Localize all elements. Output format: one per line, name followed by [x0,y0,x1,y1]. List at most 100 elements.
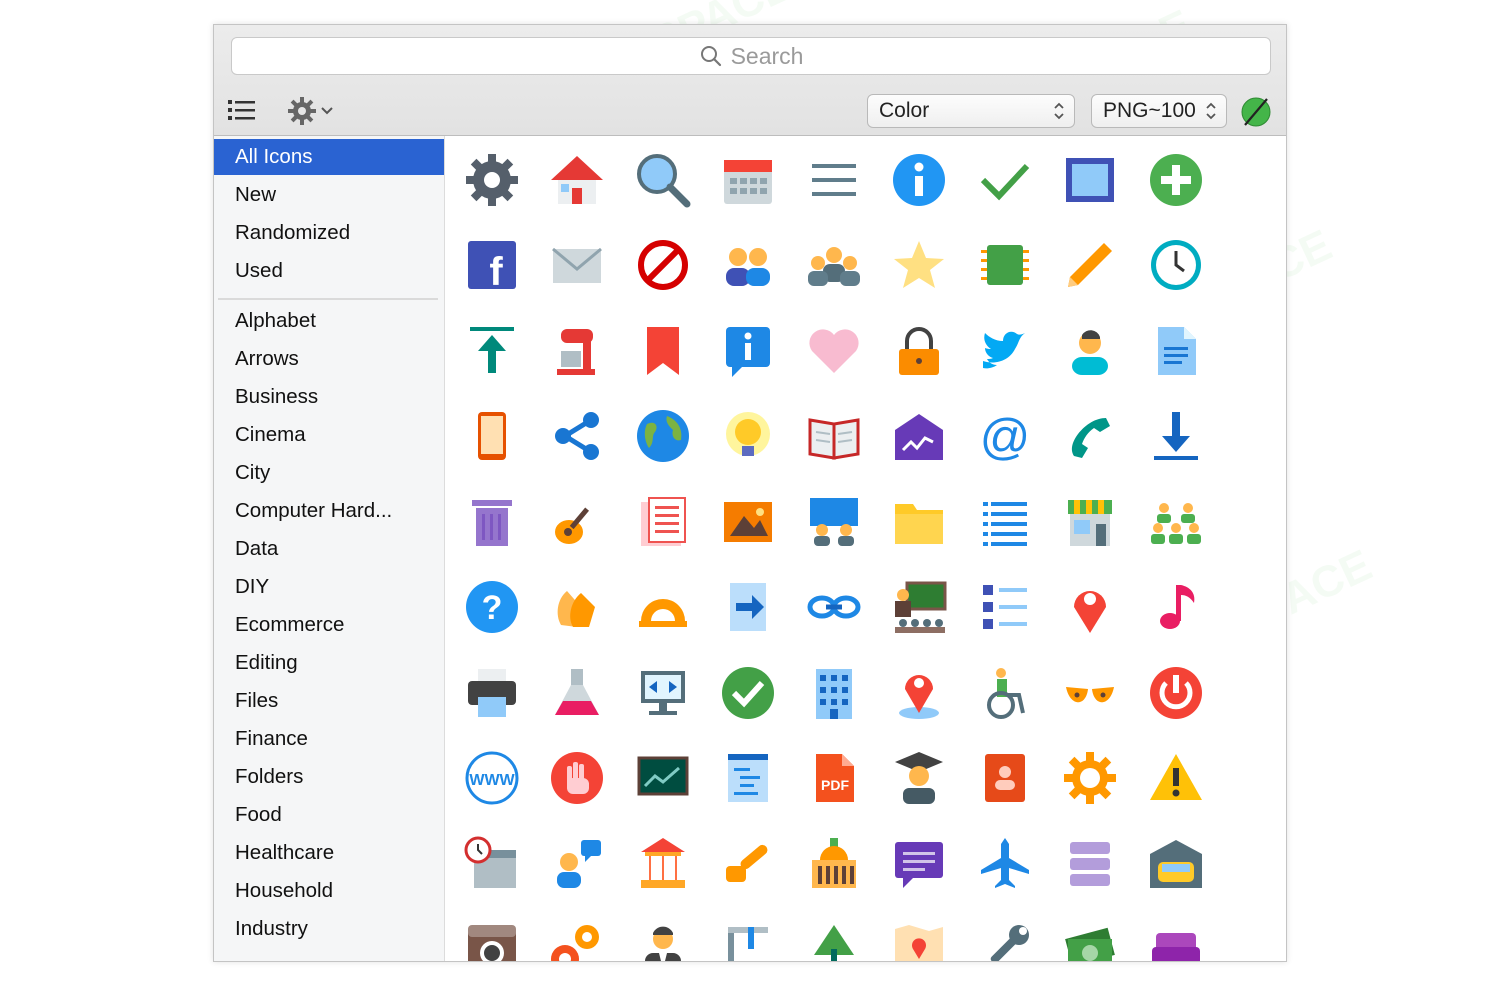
address-book-icon[interactable] [975,748,1035,808]
sidebar-item-diy[interactable]: DIY [214,569,444,605]
office-building-icon[interactable] [804,663,864,723]
color-style-select[interactable]: Color [867,94,1075,128]
pencil-icon[interactable] [1060,235,1120,295]
sidebar-item-folders[interactable]: Folders [214,759,444,795]
wheelchair-icon[interactable] [975,663,1035,723]
gear-orange-icon[interactable] [1060,748,1120,808]
www-icon[interactable]: WWW [462,748,522,808]
list-icon[interactable] [975,492,1035,552]
phone-icon[interactable] [1060,406,1120,466]
sidebar-item-industry[interactable]: Industry [214,911,444,947]
businessman-icon[interactable] [633,919,693,961]
power-icon[interactable] [1146,663,1206,723]
envelope-signature-icon[interactable] [889,406,949,466]
settings-menu-button[interactable] [287,96,334,126]
home-icon[interactable] [547,150,607,210]
list-view-button[interactable] [228,98,256,127]
sidebar-item-computer-hardware[interactable]: Computer Hard... [214,493,444,529]
sidebar-item-randomized[interactable]: Randomized [214,215,444,251]
printer-icon[interactable] [462,663,522,723]
sidebar-item-alphabet[interactable]: Alphabet [214,303,444,339]
globe-icon[interactable] [633,406,693,466]
processor-icon[interactable] [975,235,1035,295]
chainsaw-icon[interactable] [718,834,778,894]
idea-icon[interactable] [718,406,778,466]
sidebar-item-editing[interactable]: Editing [214,645,444,681]
pdf-icon[interactable]: PDF [804,748,864,808]
sidebar-item-files[interactable]: Files [214,683,444,719]
menu-icon[interactable] [804,150,864,210]
chat-user-icon[interactable] [547,834,607,894]
tree-icon[interactable] [804,919,864,961]
user-group-icon[interactable] [718,235,778,295]
database-icon[interactable] [1060,834,1120,894]
mail-icon[interactable] [547,235,607,295]
info-icon[interactable] [889,150,949,210]
sofa-icon[interactable] [1146,919,1206,961]
warning-icon[interactable] [1146,748,1206,808]
link-icon[interactable] [804,577,864,637]
money-icon[interactable] [1060,919,1120,961]
facebook-icon[interactable]: f [462,235,522,295]
ok-icon[interactable] [718,663,778,723]
shop-icon[interactable] [1060,492,1120,552]
calendar-icon[interactable] [718,150,778,210]
sidebar-item-new[interactable]: New [214,177,444,213]
format-size-select[interactable]: PNG~100 [1091,94,1227,128]
conference-icon[interactable] [804,235,864,295]
at-sign-icon[interactable]: @ [975,406,1035,466]
sidebar-item-finance[interactable]: Finance [214,721,444,757]
chalkboard-icon[interactable] [633,748,693,808]
sidebar-item-household[interactable]: Household [214,873,444,909]
graduate-icon[interactable] [889,748,949,808]
protractor-icon[interactable] [633,577,693,637]
document-icon[interactable] [1146,321,1206,381]
collaboration-icon[interactable] [804,492,864,552]
share-icon[interactable] [547,406,607,466]
user-icon[interactable] [1060,321,1120,381]
sidebar-item-data[interactable]: Data [214,531,444,567]
search-input[interactable]: Search [231,37,1271,75]
sidebar-item-arrows[interactable]: Arrows [214,341,444,377]
code-document-icon[interactable] [718,748,778,808]
sidebar-item-all-icons[interactable]: All Icons [214,139,444,175]
heart-icon[interactable] [804,321,864,381]
wrench-icon[interactable] [975,919,1035,961]
cancel-icon[interactable] [633,235,693,295]
clapping-icon[interactable] [547,577,607,637]
clock-icon[interactable] [1146,235,1206,295]
hand-stop-icon[interactable] [547,748,607,808]
checkmark-icon[interactable] [975,150,1035,210]
checklist-icon[interactable] [975,577,1035,637]
guitar-icon[interactable] [547,492,607,552]
sidebar-item-cinema[interactable]: Cinema [214,417,444,453]
news-icon[interactable] [633,492,693,552]
twitter-icon[interactable] [975,321,1035,381]
map-pin-icon[interactable] [889,663,949,723]
sidebar-item-healthcare[interactable]: Healthcare [214,835,444,871]
lock-icon[interactable] [889,321,949,381]
plus-icon[interactable] [1146,150,1206,210]
caliper-icon[interactable] [718,919,778,961]
download-icon[interactable] [1146,406,1206,466]
bra-icon[interactable] [1060,663,1120,723]
search-icon[interactable] [633,150,693,210]
background-color-swatch[interactable] [1240,96,1272,133]
flask-icon[interactable] [547,663,607,723]
marker-icon[interactable] [1060,577,1120,637]
airplane-icon[interactable] [975,834,1035,894]
carousel-icon[interactable] [633,834,693,894]
map-icon[interactable] [889,919,949,961]
sidebar-item-used[interactable]: Used [214,253,444,289]
settings-icon[interactable] [462,150,522,210]
gears-icon[interactable] [547,919,607,961]
picture-frame-icon[interactable] [1060,150,1120,210]
calendar-clock-icon[interactable] [462,834,522,894]
remote-desktop-icon[interactable] [633,663,693,723]
sidebar-item-business[interactable]: Business [214,379,444,415]
smartphone-icon[interactable] [462,406,522,466]
town-hall-icon[interactable] [804,834,864,894]
info-bubble-icon[interactable] [718,321,778,381]
chat-icon[interactable] [889,834,949,894]
folder-icon[interactable] [889,492,949,552]
